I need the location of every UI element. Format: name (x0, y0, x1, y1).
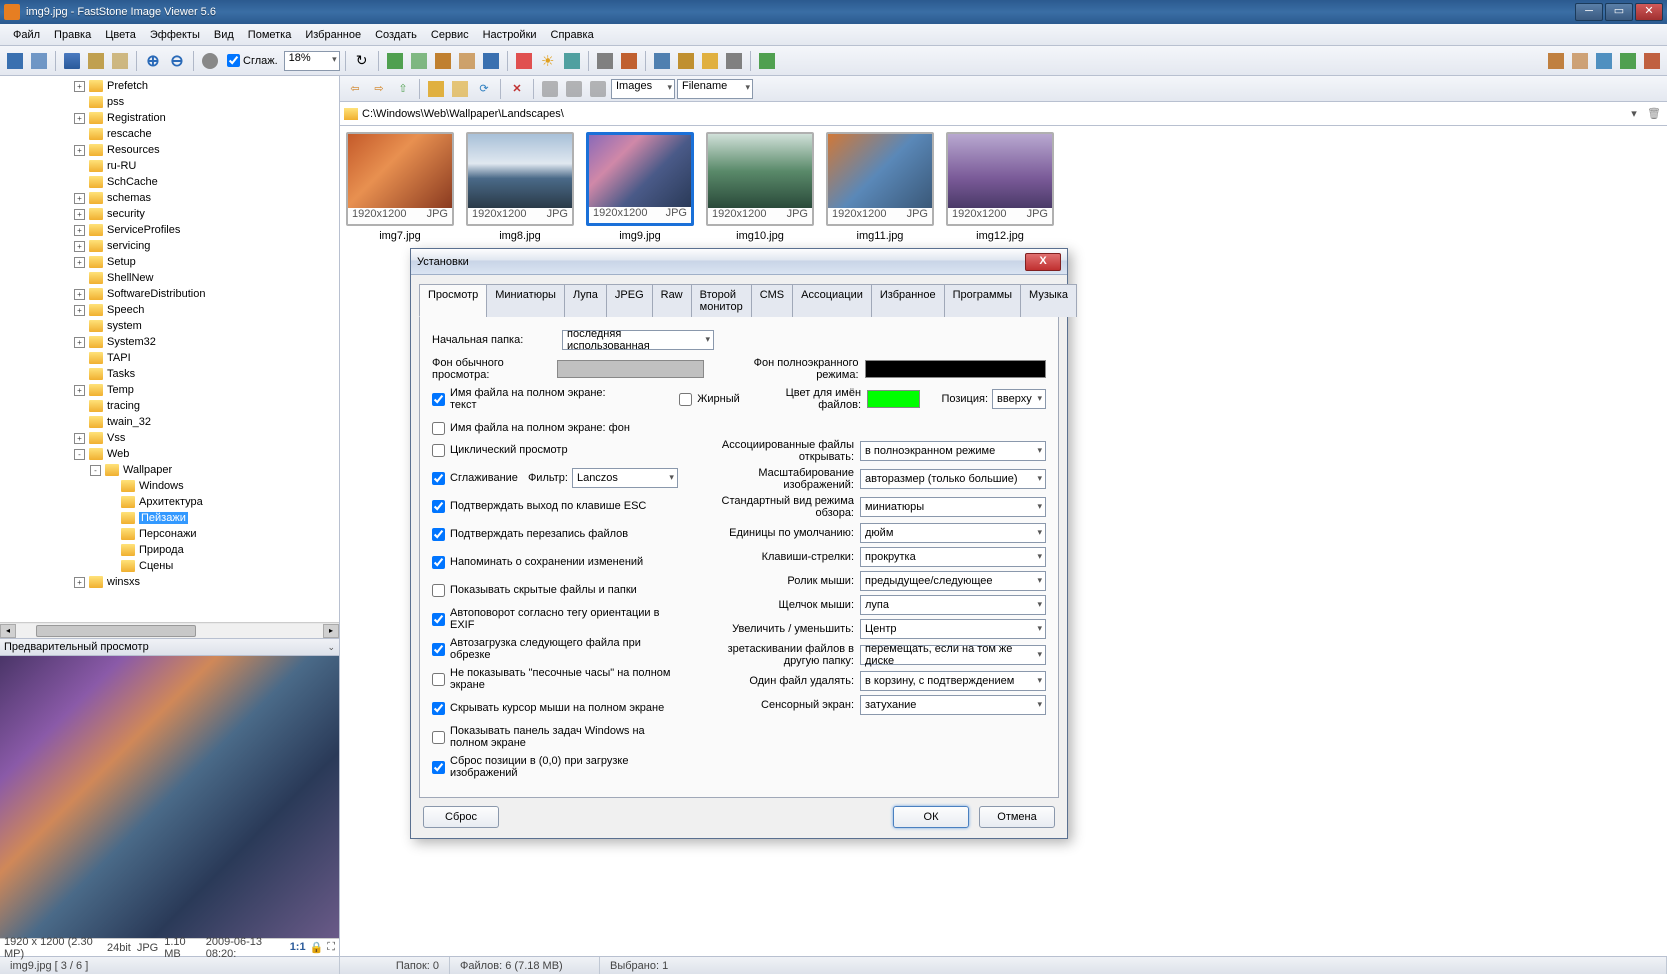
tab-Лупа[interactable]: Лупа (564, 284, 607, 317)
option-combo[interactable]: лупа (860, 595, 1046, 615)
dialog-close-button[interactable]: X (1025, 253, 1061, 271)
start-folder-combo[interactable]: последняя использованная (562, 330, 714, 350)
position-combo[interactable]: вверху (992, 389, 1046, 409)
option-label: Единицы по умолчанию: (698, 527, 860, 539)
name-color-label: Цвет для имён файлов: (767, 387, 867, 411)
dialog-titlebar[interactable]: Установки X (411, 249, 1067, 275)
dialog-title: Установки (417, 256, 469, 268)
option-label: зретаскивании файлов в другую папку: (698, 643, 860, 667)
option-combo[interactable]: дюйм (860, 523, 1046, 543)
tab-Raw[interactable]: Raw (652, 284, 692, 317)
option-checkbox[interactable]: Автоповорот согласно тегу ориентации в E… (432, 607, 678, 631)
option-checkbox[interactable]: Не показывать "песочные часы" на полном … (432, 667, 678, 691)
option-label: Сенсорный экран: (698, 699, 860, 711)
start-folder-label: Начальная папка: (432, 334, 562, 346)
tab-Избранное[interactable]: Избранное (871, 284, 945, 317)
tab-Второй монитор[interactable]: Второй монитор (691, 284, 752, 317)
tab-JPEG[interactable]: JPEG (606, 284, 653, 317)
option-checkbox[interactable]: Сброс позиции в (0,0) при загрузке изобр… (432, 755, 678, 779)
option-checkbox[interactable]: Показывать скрытые файлы и папки (432, 584, 637, 597)
filter-label: Фильтр: (528, 472, 568, 484)
bg-full-label: Фон полноэкранного режима: (723, 357, 864, 381)
option-label: Масштабирование изображений: (698, 467, 860, 491)
option-combo[interactable]: прокрутка (860, 547, 1046, 567)
option-combo[interactable]: авторазмер (только большие) (860, 469, 1046, 489)
tab-Музыка[interactable]: Музыка (1020, 284, 1077, 317)
cyclic-checkbox[interactable]: Циклический просмотр (432, 444, 568, 457)
bg-normal-label: Фон обычного просмотра: (432, 357, 557, 381)
tab-CMS[interactable]: CMS (751, 284, 793, 317)
option-checkbox[interactable]: Автозагрузка следующего файла при обрезк… (432, 637, 678, 661)
option-label: Ассоциированные файлы открывать: (698, 439, 860, 463)
option-label: Один файл удалять: (698, 675, 860, 687)
option-combo[interactable]: в полноэкранном режиме (860, 441, 1046, 461)
name-text-checkbox[interactable]: Имя файла на полном экране: текст (432, 387, 616, 411)
option-label: Увеличить / уменьшить: (698, 623, 860, 635)
dialog-tabstrip: ПросмотрМиниатюрыЛупаJPEGRawВторой монит… (419, 283, 1059, 317)
option-label: Щелчок мыши: (698, 599, 860, 611)
option-combo[interactable]: затухание (860, 695, 1046, 715)
option-checkbox[interactable]: Скрывать курсор мыши на полном экране (432, 702, 664, 715)
tab-Ассоциации[interactable]: Ассоциации (792, 284, 872, 317)
option-label: Клавиши-стрелки: (698, 551, 860, 563)
tab-Миниатюры[interactable]: Миниатюры (486, 284, 565, 317)
bg-normal-color[interactable] (557, 360, 704, 378)
tab-Просмотр[interactable]: Просмотр (419, 284, 487, 317)
option-checkbox[interactable]: Показывать панель задач Windows на полно… (432, 725, 678, 749)
cancel-button[interactable]: Отмена (979, 806, 1055, 828)
option-label: Ролик мыши: (698, 575, 860, 587)
option-checkbox[interactable]: Подтверждать перезапись файлов (432, 528, 628, 541)
bold-checkbox[interactable]: Жирный (679, 393, 740, 406)
tab-Программы[interactable]: Программы (944, 284, 1021, 317)
option-combo[interactable]: Центр (860, 619, 1046, 639)
smooth-dlg-checkbox[interactable]: Сглаживание (432, 472, 518, 485)
tab-content-view: Начальная папка: последняя использованна… (419, 317, 1059, 798)
option-checkbox[interactable]: Напоминать о сохранении изменений (432, 556, 643, 569)
name-color-swatch[interactable] (867, 390, 920, 408)
option-combo[interactable]: перемещать, если на том же диске (860, 645, 1046, 665)
bg-full-color[interactable] (865, 360, 1046, 378)
filter-combo[interactable]: Lanczos (572, 468, 678, 488)
ok-button[interactable]: ОК (893, 806, 969, 828)
reset-button[interactable]: Сброс (423, 806, 499, 828)
settings-dialog: Установки X ПросмотрМиниатюрыЛупаJPEGRaw… (410, 248, 1068, 839)
option-combo[interactable]: в корзину, с подтверждением (860, 671, 1046, 691)
option-label: Стандартный вид режима обзора: (698, 495, 860, 519)
name-bg-checkbox[interactable]: Имя файла на полном экране: фон (432, 422, 630, 435)
option-combo[interactable]: миниатюры (860, 497, 1046, 517)
position-label: Позиция: (941, 393, 988, 405)
option-checkbox[interactable]: Подтверждать выход по клавише ESC (432, 500, 646, 513)
dialog-overlay: Установки X ПросмотрМиниатюрыЛупаJPEGRaw… (0, 0, 1667, 974)
option-combo[interactable]: предыдущее/следующее (860, 571, 1046, 591)
